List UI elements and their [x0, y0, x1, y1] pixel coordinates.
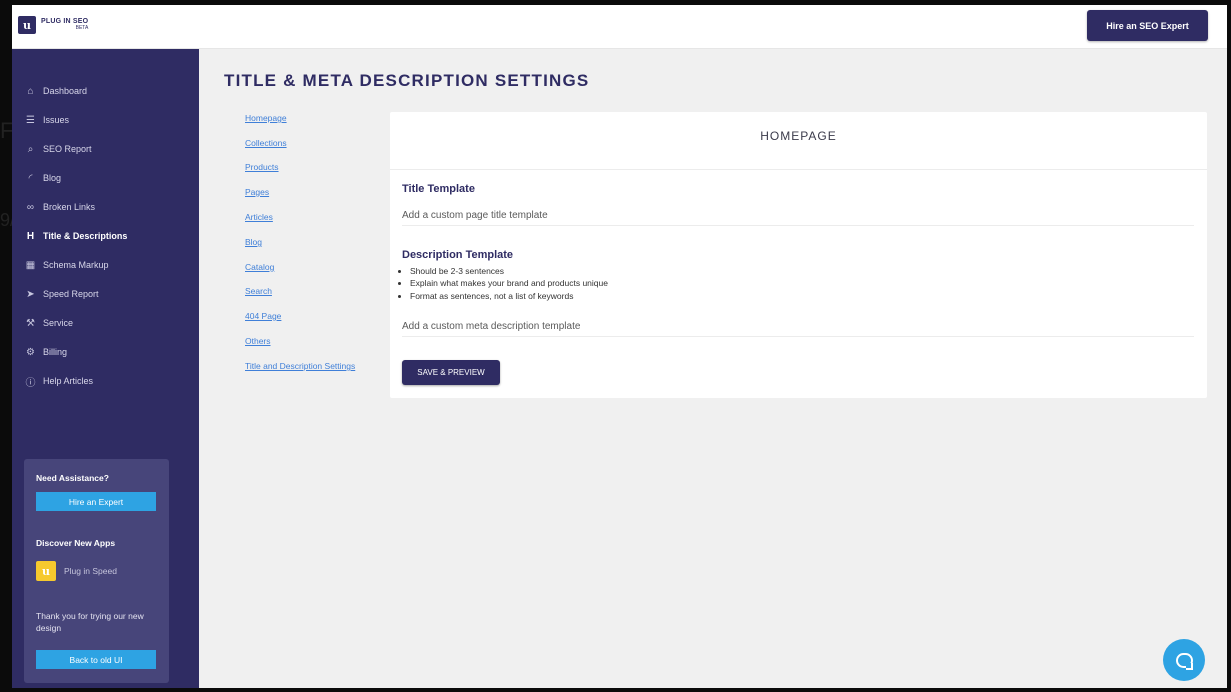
assistance-heading: Need Assistance? — [36, 473, 109, 483]
sidebar-item-service[interactable]: ⚒ Service — [24, 314, 73, 332]
sidebar-item-label: Billing — [43, 347, 68, 357]
sidebar-item-speed-report[interactable]: ➤ Speed Report — [24, 285, 99, 303]
link-icon: ∞ — [26, 201, 35, 213]
sidebar-item-dashboard[interactable]: ⌂ Dashboard — [24, 82, 87, 100]
app-logo[interactable]: u PLUG IN SEO BETA — [18, 16, 88, 34]
title-template-label: Title Template — [402, 183, 475, 195]
list-item: Format as sentences, not a list of keywo… — [410, 290, 608, 302]
assistance-panel: Need Assistance? Hire an Expert Discover… — [24, 459, 169, 683]
sidebar-item-label: Speed Report — [43, 289, 99, 299]
thanks-text: Thank you for trying our new design — [36, 611, 144, 633]
sidebar-item-title-descriptions[interactable]: H Title & Descriptions — [24, 227, 127, 245]
homepage-settings-card: HOMEPAGE Title Template Description Temp… — [390, 112, 1207, 398]
sidebar: ⌂ Dashboard ☰ Issues ⌕ SEO Report ◜ Blog… — [12, 49, 199, 688]
description-template-input[interactable] — [402, 317, 1194, 337]
subnav-blog[interactable]: Blog — [245, 237, 262, 247]
sidebar-item-label: Dashboard — [43, 86, 88, 96]
subnav-products[interactable]: Products — [245, 162, 279, 172]
plug-in-speed-icon: u — [36, 561, 56, 581]
table-icon: ▦ — [25, 259, 36, 271]
chat-launcher-button[interactable] — [1163, 639, 1205, 681]
hire-seo-expert-button[interactable]: Hire an SEO Expert — [1087, 10, 1208, 41]
description-template-label: Description Template — [402, 249, 514, 261]
sidebar-item-schema-markup[interactable]: ▦ Schema Markup — [24, 256, 109, 274]
save-preview-button[interactable]: SAVE & PREVIEW — [402, 360, 500, 385]
wrench-icon: ⚒ — [26, 317, 35, 329]
sidebar-item-label: Schema Markup — [43, 260, 109, 270]
search-report-icon: ⌕ — [27, 143, 34, 155]
title-template-input[interactable] — [402, 206, 1194, 226]
list-item: Should be 2-3 sentences — [410, 265, 608, 277]
card-heading: HOMEPAGE — [390, 112, 1207, 170]
subnav-catalog[interactable]: Catalog — [245, 262, 274, 272]
plug-in-speed-label: Plug in Speed — [64, 566, 117, 576]
speed-icon: ➤ — [26, 288, 35, 300]
subnav-title-description-settings[interactable]: Title and Description Settings — [245, 361, 355, 371]
chat-bubble-icon — [1175, 652, 1193, 670]
top-bar: u PLUG IN SEO BETA Hire an SEO Expert — [12, 5, 1227, 49]
beta-badge: BETA — [75, 25, 89, 31]
subnav-homepage[interactable]: Homepage — [245, 113, 287, 123]
app-window: u PLUG IN SEO BETA Hire an SEO Expert ⌂ … — [12, 5, 1227, 688]
subnav-others[interactable]: Others — [245, 336, 271, 346]
sidebar-item-label: Title & Descriptions — [43, 231, 128, 241]
list-item: Explain what makes your brand and produc… — [410, 277, 608, 289]
sidebar-item-issues[interactable]: ☰ Issues — [24, 111, 69, 129]
rss-icon: ◜ — [28, 172, 33, 184]
subnav-collections[interactable]: Collections — [245, 138, 287, 148]
sidebar-item-blog[interactable]: ◜ Blog — [24, 169, 61, 187]
sidebar-item-label: Blog — [43, 173, 62, 183]
hire-expert-button[interactable]: Hire an Expert — [36, 492, 156, 511]
home-icon: ⌂ — [27, 85, 34, 97]
subnav-search[interactable]: Search — [245, 286, 272, 296]
gear-icon: ⚙ — [26, 346, 35, 358]
logo-name: PLUG IN SEO — [41, 18, 89, 25]
page-title: TITLE & META DESCRIPTION SETTINGS — [224, 71, 590, 90]
sidebar-item-label: Service — [43, 318, 74, 328]
heading-icon: H — [26, 230, 35, 242]
sidebar-item-seo-report[interactable]: ⌕ SEO Report — [24, 140, 92, 158]
subnav-pages[interactable]: Pages — [245, 187, 269, 197]
sidebar-item-help-articles[interactable]: ⓘ Help Articles — [24, 372, 94, 390]
back-to-old-ui-button[interactable]: Back to old UI — [36, 650, 156, 669]
description-tips: Should be 2-3 sentences Explain what mak… — [410, 265, 608, 302]
discover-apps-heading: Discover New Apps — [36, 538, 116, 548]
sidebar-item-label: Broken Links — [43, 202, 96, 212]
logo-mark-icon: u — [18, 16, 36, 34]
sidebar-item-broken-links[interactable]: ∞ Broken Links — [24, 198, 95, 216]
subnav-404-page[interactable]: 404 Page — [245, 311, 281, 321]
list-icon: ☰ — [26, 114, 35, 126]
sidebar-item-label: Issues — [43, 115, 70, 125]
subnav-articles[interactable]: Articles — [245, 212, 273, 222]
sidebar-item-label: Help Articles — [43, 376, 94, 386]
sidebar-item-label: SEO Report — [43, 144, 92, 154]
sidebar-item-billing[interactable]: ⚙ Billing — [24, 343, 67, 361]
plug-in-speed-app[interactable]: u Plug in Speed — [36, 561, 117, 581]
info-icon: ⓘ — [25, 377, 36, 389]
